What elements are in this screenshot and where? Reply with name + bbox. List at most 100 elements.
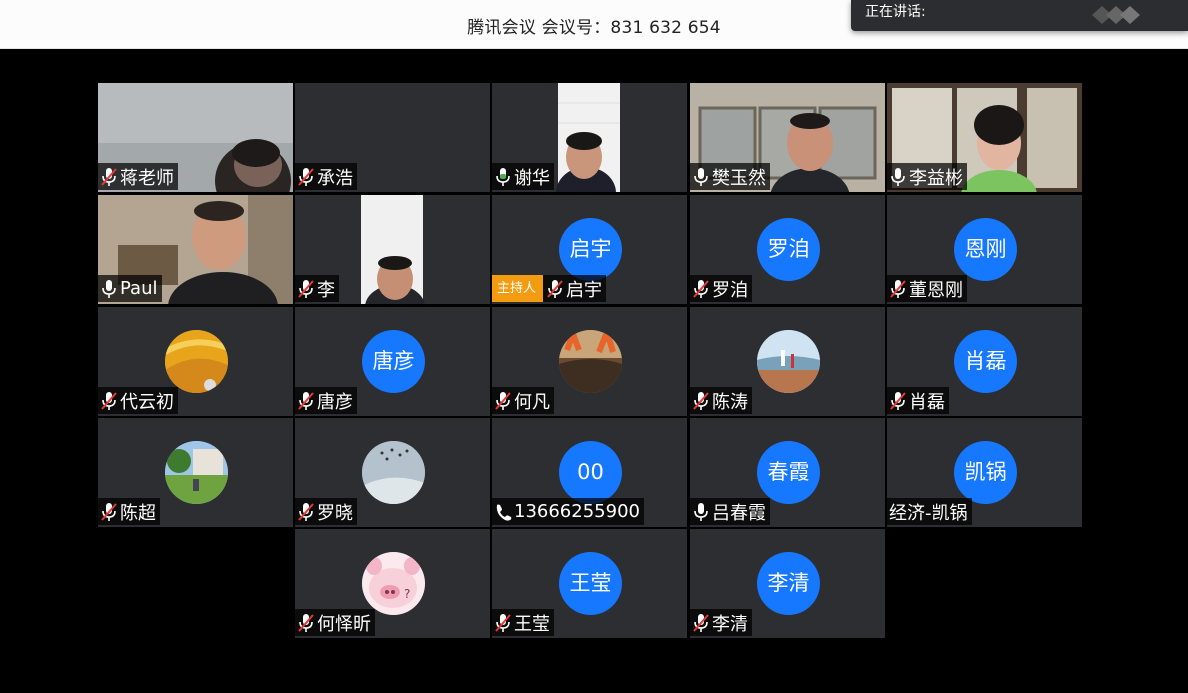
avatar: 启宇: [559, 218, 622, 281]
avatar: 罗洎: [757, 218, 820, 281]
nameplate: 罗洎: [690, 275, 752, 302]
avatar: 李清: [757, 552, 820, 615]
nameplate: 李: [295, 275, 339, 302]
mic-icon: [496, 167, 510, 186]
participant-name: 唐彦: [317, 391, 353, 413]
participant-tile[interactable]: 陈涛: [690, 307, 885, 416]
mic-muted-icon: [101, 391, 117, 410]
mic-muted-icon: [693, 279, 709, 298]
mic-icon: [694, 167, 708, 186]
avatar-photo: [362, 441, 425, 504]
tencent-meeting-logo-icon: [1092, 6, 1140, 24]
participant-name: 蒋老师: [120, 167, 174, 189]
participant-name: 董恩刚: [909, 279, 963, 301]
mic-muted-icon: [693, 391, 709, 410]
svg-text:?: ?: [404, 587, 410, 601]
mic-muted-icon: [693, 613, 709, 632]
nameplate: 陈超: [98, 498, 160, 525]
participant-name: 启宇: [566, 279, 603, 301]
nameplate: 唐彦: [295, 387, 357, 414]
participant-tile[interactable]: ? 何怿昕: [295, 529, 490, 638]
participant-name: 谢华: [514, 167, 550, 189]
participant-tile[interactable]: 春霞 吕春霞: [690, 418, 885, 527]
participant-tile[interactable]: 谢华: [492, 83, 687, 192]
mic-muted-icon: [890, 391, 906, 410]
nameplate: 代云初: [98, 387, 178, 414]
participant-tile[interactable]: 李: [295, 195, 490, 304]
participant-name: 陈超: [120, 502, 156, 524]
participant-name: 李清: [712, 613, 748, 635]
avatar: 唐彦: [362, 330, 425, 393]
participant-tile[interactable]: 罗洎 罗洎: [690, 195, 885, 304]
mic-muted-icon: [495, 391, 511, 410]
mic-muted-icon: [890, 279, 906, 298]
nameplate: 樊玉然: [690, 163, 770, 190]
nameplate: 承浩: [295, 163, 357, 190]
mic-muted-icon: [298, 391, 314, 410]
participant-tile[interactable]: 启宇 主持人 启宇: [492, 195, 687, 304]
mic-muted-icon: [298, 279, 314, 298]
mic-icon: [891, 167, 905, 186]
nameplate: 谢华: [492, 163, 554, 190]
mic-muted-icon: [101, 167, 117, 186]
participant-tile[interactable]: 00 13666255900: [492, 418, 687, 527]
phone-icon: [496, 504, 512, 521]
participant-tile[interactable]: 凯锅 经济-凯锅: [887, 418, 1082, 527]
participant-name: 罗洎: [712, 279, 748, 301]
participant-name: 吕春霞: [712, 502, 766, 524]
participant-tile[interactable]: 王莹 王莹: [492, 529, 687, 638]
avatar: 00: [559, 441, 622, 504]
participant-name: 樊玉然: [712, 167, 766, 189]
participant-name: Paul: [120, 278, 158, 299]
participant-tile[interactable]: 承浩: [295, 83, 490, 192]
mic-icon: [102, 279, 116, 298]
participant-tile[interactable]: 樊玉然: [690, 83, 885, 192]
participant-tile[interactable]: Paul: [98, 195, 293, 304]
participant-tile[interactable]: 罗晓: [295, 418, 490, 527]
nameplate: 蒋老师: [98, 163, 178, 190]
nameplate: 何凡: [492, 387, 554, 414]
participant-name: 李: [317, 279, 335, 301]
participant-tile[interactable]: 唐彦 唐彦: [295, 307, 490, 416]
avatar-photo: [757, 330, 820, 393]
avatar-photo: ?: [362, 552, 425, 615]
nameplate: 罗晓: [295, 498, 357, 525]
participant-name: 何怿昕: [317, 613, 371, 635]
nameplate: 何怿昕: [295, 609, 375, 636]
participant-tile[interactable]: 何凡: [492, 307, 687, 416]
participant-name: 肖磊: [909, 391, 945, 413]
speaking-panel: 正在讲话:: [851, 0, 1188, 31]
participant-tile[interactable]: 代云初: [98, 307, 293, 416]
avatar: 王莹: [559, 552, 622, 615]
participant-tile[interactable]: 恩刚 董恩刚: [887, 195, 1082, 304]
nameplate: 董恩刚: [887, 275, 967, 302]
mic-muted-icon: [298, 167, 314, 186]
participant-name: 陈涛: [712, 391, 748, 413]
participant-tile[interactable]: 李益彬: [887, 83, 1082, 192]
nameplate: 陈涛: [690, 387, 752, 414]
nameplate: 经济-凯锅: [887, 498, 972, 525]
mic-muted-icon: [298, 502, 314, 521]
participant-name: 经济-凯锅: [889, 502, 968, 524]
mic-muted-icon: [101, 502, 117, 521]
nameplate: 13666255900: [492, 498, 644, 525]
nameplate: 肖磊: [887, 387, 949, 414]
participant-tile[interactable]: 蒋老师: [98, 83, 293, 192]
mic-muted-icon: [547, 279, 563, 298]
participant-name: 罗晓: [317, 502, 353, 524]
avatar-photo: [559, 330, 622, 393]
mic-icon: [694, 502, 708, 521]
participant-name: 13666255900: [514, 501, 640, 522]
participant-name: 承浩: [317, 167, 353, 189]
nameplate: 李益彬: [887, 163, 967, 190]
mic-muted-icon: [298, 613, 314, 632]
participant-name: 王莹: [514, 613, 550, 635]
nameplate: 李清: [690, 609, 752, 636]
participant-tile[interactable]: 李清 李清: [690, 529, 885, 638]
participant-name: 何凡: [514, 391, 550, 413]
nameplate: 主持人 启宇: [492, 275, 607, 302]
participant-tile[interactable]: 陈超: [98, 418, 293, 527]
avatar: 凯锅: [954, 441, 1017, 504]
participant-name: 代云初: [120, 391, 174, 413]
participant-tile[interactable]: 肖磊 肖磊: [887, 307, 1082, 416]
